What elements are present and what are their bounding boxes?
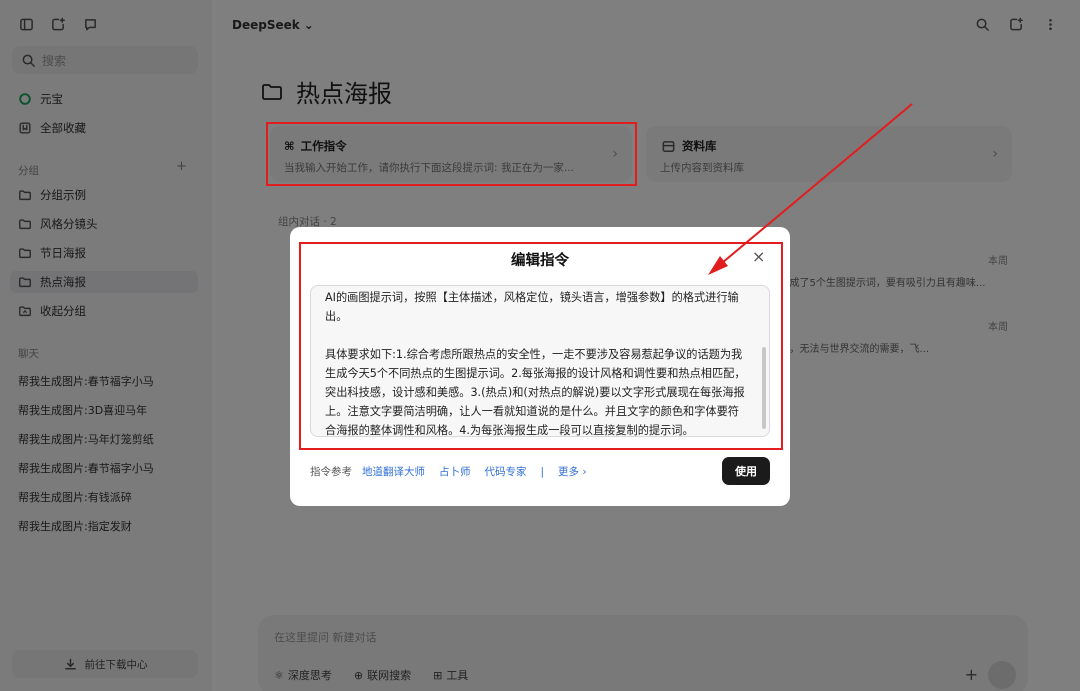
use-button[interactable]: 使用 [722,457,770,485]
reference-link-code-expert[interactable]: 代码专家 [485,464,527,479]
instruction-reference-row: 指令参考 地道翻译大师 占卜师 代码专家 | 更多 › [310,464,601,479]
reference-label: 指令参考 [310,466,352,478]
separator: | [540,465,545,478]
annotation-highlight-box [299,242,783,450]
reference-link-fortune-teller[interactable]: 占卜师 [439,464,471,479]
annotation-highlight-box [266,122,637,186]
edit-instruction-dialog: 编辑指令 × AI的画图提示词，按照【主体描述，风格定位，镜头语言，增强参数】的… [290,227,790,506]
more-link[interactable]: 更多 › [558,464,587,479]
reference-link-translator[interactable]: 地道翻译大师 [362,464,425,479]
